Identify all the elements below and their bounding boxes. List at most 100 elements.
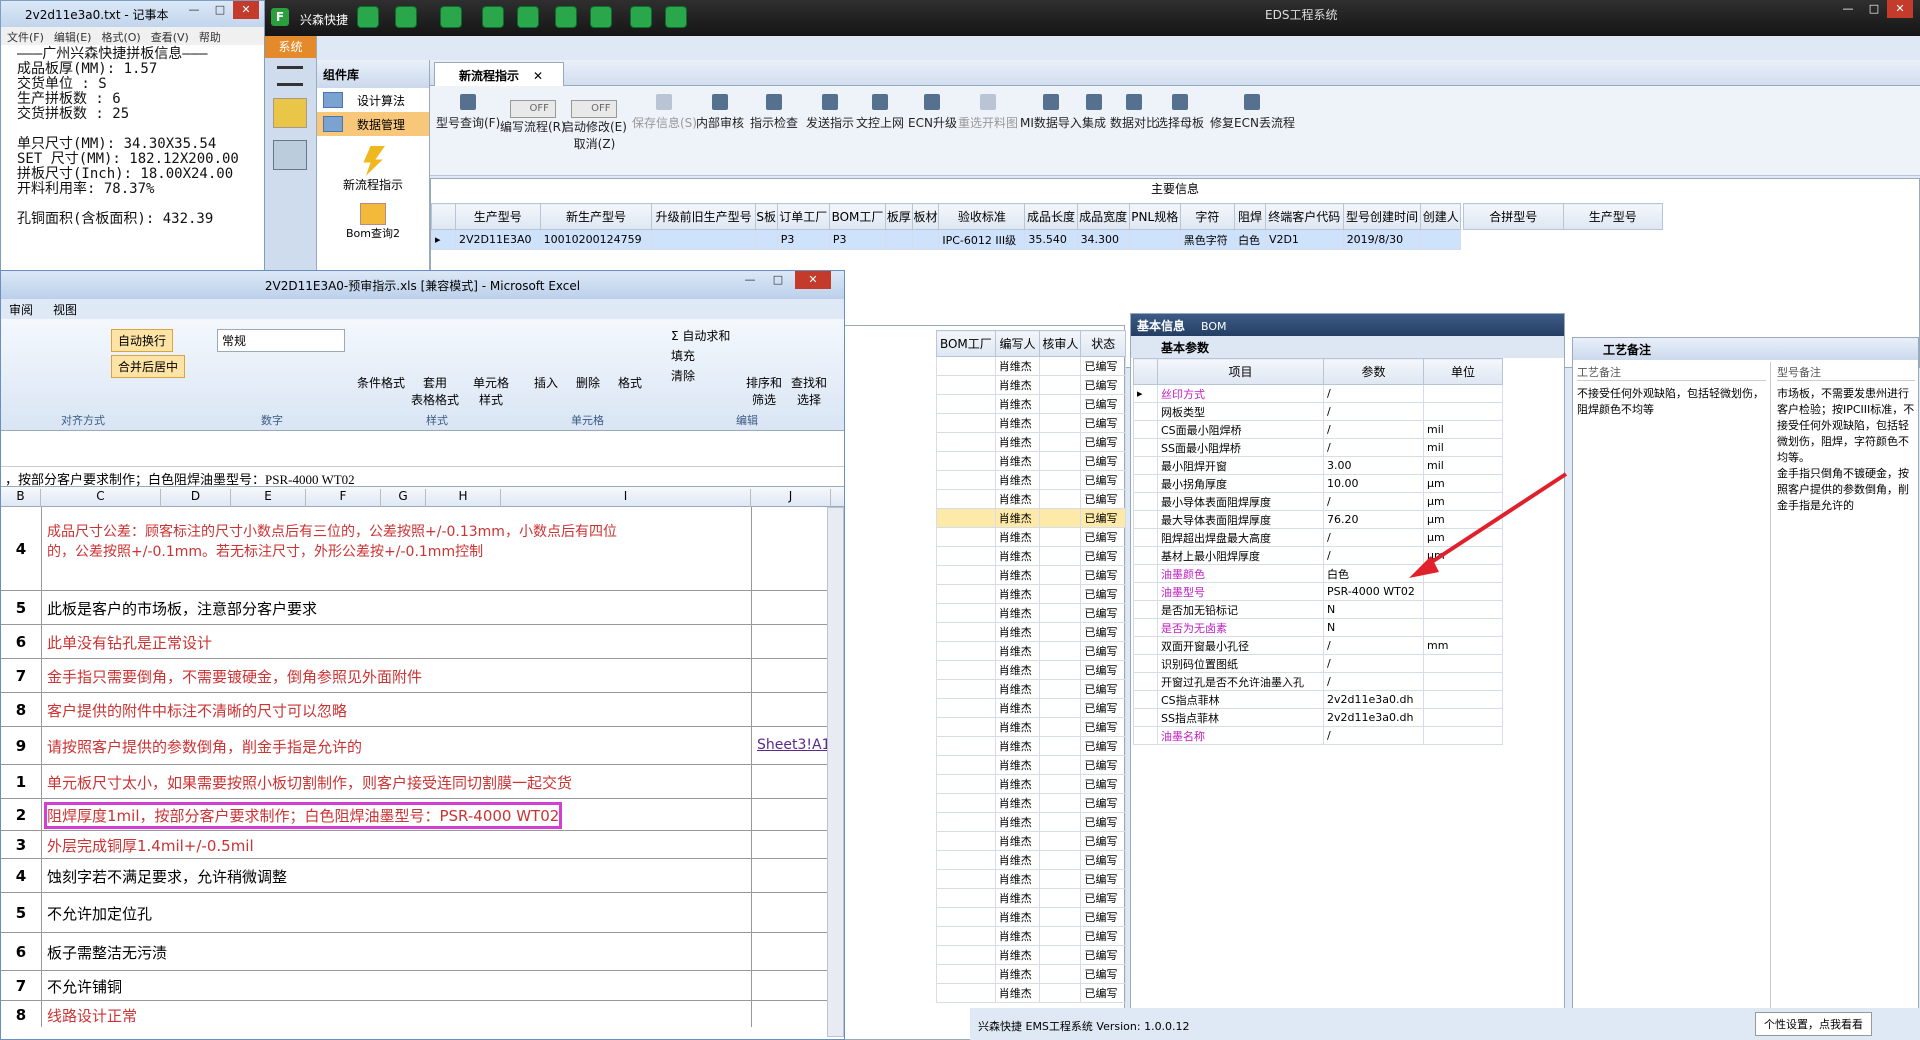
toggle-switch[interactable]: OFF [571, 100, 618, 118]
list-row[interactable]: 肖维杰 已编写 [936, 907, 1126, 927]
toolbar-button[interactable]: 保存信息(S) [632, 86, 697, 131]
notepad-menu-item[interactable]: 帮助 [199, 29, 221, 44]
main-col-header[interactable]: 阻焊 [1234, 203, 1266, 230]
main-cell[interactable]: 2019/8/30 [1342, 229, 1422, 250]
clear-button[interactable]: 清除 [671, 367, 695, 384]
toolbar-button[interactable]: 发送指示 [806, 86, 854, 131]
param-value[interactable]: / [1323, 654, 1424, 673]
list-row[interactable]: 肖维杰 已编写 [936, 869, 1126, 889]
sheet-row[interactable]: 7 不允许铺铜 [1, 971, 831, 1001]
column-header[interactable]: G [381, 489, 426, 507]
list-row[interactable]: 肖维杰 已编写 [936, 394, 1126, 414]
param-row[interactable]: 识别码位置图纸 / [1133, 654, 1503, 673]
param-value[interactable]: / [1323, 384, 1424, 403]
column-header[interactable]: J [751, 489, 831, 507]
list-row[interactable]: 肖维杰 已编写 [936, 584, 1126, 604]
param-row[interactable]: 油墨名称 / [1133, 726, 1503, 745]
list-row[interactable]: 肖维杰 已编写 [936, 546, 1126, 566]
param-row[interactable]: 是否为无卤素 N [1133, 618, 1503, 637]
list-row[interactable]: 肖维杰 已编写 [936, 926, 1126, 946]
list-row[interactable]: 肖维杰 已编写 [936, 679, 1126, 699]
column-header[interactable]: E [231, 489, 306, 507]
sheet-row[interactable]: 2 阻焊厚度1mil，按部分客户要求制作；白色阻焊油墨型号：PSR-4000 WT… [1, 799, 831, 831]
sheet-row[interactable]: 3 外层完成铜厚1.4mil+/-0.5mil [1, 831, 831, 859]
sheet-row[interactable]: 8 客户提供的附件中标注不清晰的尺寸可以忽略 [1, 693, 831, 727]
sheet-row[interactable]: 1 单元板尺寸太小，如果需要按照小板切割制作，则客户接受连同切割膜一起交货 [1, 765, 831, 799]
wrap-text-button[interactable]: 自动换行 [111, 329, 174, 352]
insert-button[interactable]: 插入 [534, 374, 558, 391]
minimize-icon[interactable]: — [1835, 0, 1861, 18]
bom-query-shortcut[interactable]: Bom查询2 [317, 203, 429, 241]
list-row[interactable]: 肖维杰 已编写 [936, 698, 1126, 718]
toolbar-button[interactable]: 重选开料图 [958, 86, 1018, 131]
notepad-minimize-icon[interactable]: — [181, 1, 207, 19]
tab-bom[interactable]: BOM [1201, 320, 1227, 333]
sheet-row[interactable]: 6 板子需整洁无污渍 [1, 933, 831, 971]
list-row[interactable]: 肖维杰 已编写 [936, 812, 1126, 832]
autosum-button[interactable]: Σ 自动求和 [671, 327, 730, 344]
main-col-header[interactable]: 板厚 [885, 203, 913, 230]
list-row[interactable]: 肖维杰 已编写 [936, 641, 1126, 661]
cell-style-button[interactable]: 单元格 样式 [473, 374, 509, 408]
formula-bar[interactable]: ，按部分客户要求制作；白色阻焊油墨型号：PSR-4000 WT02 [1, 467, 844, 487]
list-row[interactable]: 肖维杰 已编写 [936, 356, 1126, 376]
notepad-menu-item[interactable]: 编辑(E) [54, 29, 92, 44]
column-header[interactable]: D [161, 489, 231, 507]
conditional-format-button[interactable]: 条件格式 [357, 374, 405, 391]
find-select-button[interactable]: 查找和 选择 [791, 374, 827, 408]
sheet-grid[interactable]: 4 成品尺寸公差：顾客标注的尺寸小数点后有三位的，公差按照+/-0.13mm，小数… [1, 507, 844, 1027]
cell-text[interactable]: 阻焊厚度1mil，按部分客户要求制作；白色阻焊油墨型号：PSR-4000 WT0… [43, 802, 563, 829]
delete-button[interactable]: 删除 [576, 374, 600, 391]
sheet-row[interactable]: 5 不允许加定位孔 [1, 893, 831, 933]
excel-minimize-icon[interactable]: — [737, 271, 763, 289]
cell-text[interactable]: 此板是客户的市场板，注意部分客户要求 [47, 598, 317, 619]
list-row[interactable]: 肖维杰 已编写 [936, 375, 1126, 395]
grid-icon[interactable] [440, 6, 462, 28]
table-icon[interactable] [590, 6, 612, 28]
maximize-icon[interactable]: □ [1861, 0, 1887, 18]
excel-menu-item[interactable]: 审阅 [9, 301, 33, 317]
column-header[interactable]: I [501, 489, 751, 507]
yx-icon[interactable] [273, 98, 307, 128]
calculator-icon[interactable] [273, 140, 307, 170]
sheet-row[interactable]: 4 蚀刻字若不满足要求，允许稍微调整 [1, 859, 831, 893]
toolbar-button[interactable]: OFF 编写流程(R) [500, 86, 566, 135]
list-row[interactable]: 肖维杰 已编写 [936, 660, 1126, 680]
main-cell[interactable] [911, 229, 940, 250]
main-cell[interactable]: IPC-6012 III级 [938, 229, 1026, 250]
toolbar-button[interactable]: MI数据导入 [1020, 86, 1082, 131]
toolbar-button[interactable]: 文控上网 [856, 86, 904, 131]
toolbar-button[interactable]: 内部审核 [696, 86, 744, 131]
list-row[interactable]: 肖维杰 已编写 [936, 983, 1126, 1003]
format-button[interactable]: 格式 [618, 374, 642, 391]
column-header[interactable]: B [1, 489, 41, 507]
list-row[interactable]: 肖维杰 已编写 [936, 622, 1126, 642]
notepad-text[interactable]: ———广州兴森快捷拼板信息——— 成品板厚(MM): 1.57 交货单位 : S 生产… [1, 45, 264, 273]
sheet-row[interactable]: 9 请按照客户提供的参数倒角，削金手指是允许的 Sheet3!A1 [1, 727, 831, 765]
param-value[interactable]: 2v2d11e3a0.dh [1323, 690, 1424, 709]
notepad-close-icon[interactable]: ✕ [233, 1, 259, 19]
list-row[interactable]: 肖维杰 已编写 [936, 527, 1126, 547]
list-col-header[interactable]: 编写人 [994, 330, 1041, 357]
main-cell[interactable]: 2V2D11E3A0 [455, 229, 541, 250]
main-col-header[interactable]: 终端客户代码 [1264, 203, 1344, 230]
param-value[interactable]: / [1323, 402, 1424, 421]
column-header[interactable]: F [306, 489, 381, 507]
sheet-row[interactable]: 4 成品尺寸公差：顾客标注的尺寸小数点后有三位的，公差按照+/-0.13mm，小数… [1, 507, 831, 591]
main-col-header[interactable]: 创建人 [1420, 203, 1461, 230]
main-cell[interactable]: V2D1 [1264, 229, 1344, 250]
main-col-header[interactable]: 新生产型号 [539, 203, 653, 230]
list-col-header[interactable]: 状态 [1080, 330, 1126, 357]
param-value[interactable]: / [1323, 420, 1424, 439]
main-cell[interactable] [885, 229, 913, 250]
search-icon[interactable] [357, 6, 379, 28]
main-col-header[interactable]: 字符 [1179, 203, 1236, 230]
main-col-header[interactable]: 订单工厂 [776, 203, 830, 230]
list-row[interactable]: 肖维杰 已编写 [936, 755, 1126, 775]
list-row[interactable]: 肖维杰 已编写 [936, 432, 1126, 452]
tab-new-flow[interactable]: 新流程指示 ✕ [434, 62, 564, 86]
cell-text[interactable]: 不允许加定位孔 [47, 903, 152, 924]
param-value[interactable]: / [1323, 438, 1424, 457]
main-col-header[interactable]: 生产型号 [455, 203, 541, 230]
sheet-row[interactable]: 5 此板是客户的市场板，注意部分客户要求 [1, 591, 831, 625]
